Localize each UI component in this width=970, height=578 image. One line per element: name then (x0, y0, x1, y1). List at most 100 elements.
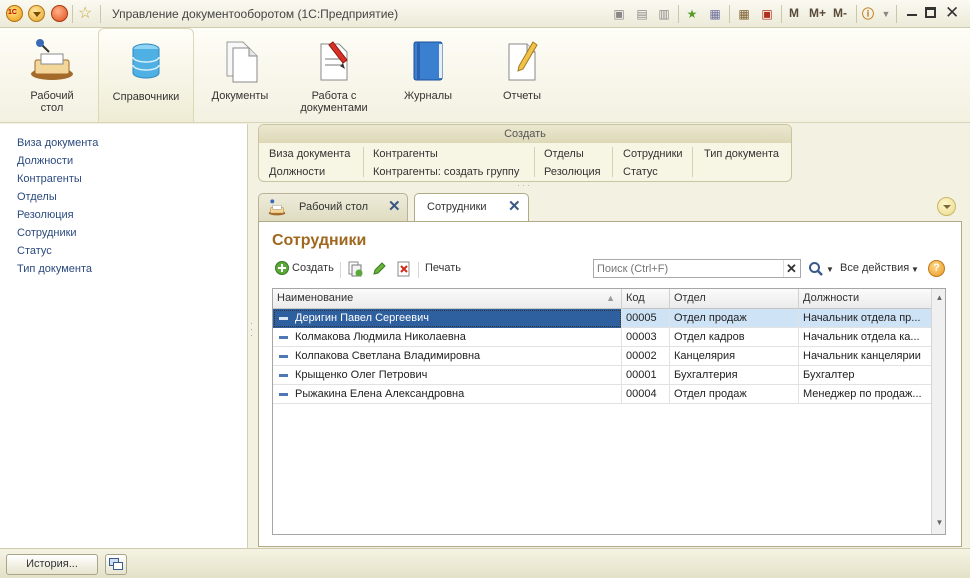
create-link-counterparty[interactable]: Контрагенты (373, 148, 438, 160)
search-icon[interactable] (808, 261, 824, 277)
edit-pencil-icon[interactable] (371, 261, 387, 277)
windows-icon (109, 558, 123, 570)
divider (896, 5, 897, 23)
column-header-code[interactable]: Код (622, 289, 670, 309)
main-menu-button[interactable] (28, 5, 45, 22)
add-icon (275, 261, 289, 275)
scroll-up-icon[interactable]: ▲ (934, 293, 945, 305)
section-desktop[interactable]: Рабочий стол (8, 28, 96, 122)
navigation-panel: Виза документа Должности Контрагенты Отд… (0, 124, 248, 548)
create-link-status[interactable]: Статус (623, 166, 658, 178)
desktop-icon (268, 199, 286, 216)
search-input[interactable] (594, 260, 780, 277)
nav-item-positions[interactable]: Должности (17, 155, 73, 167)
calendar-icon[interactable]: ▣ (759, 6, 775, 22)
memory-button[interactable]: M (789, 6, 799, 20)
print-icon[interactable]: ▤ (634, 6, 650, 22)
nav-item-employees[interactable]: Сотрудники (17, 227, 77, 239)
windows-list-button[interactable] (105, 554, 127, 575)
calculator-icon[interactable]: ▦ (736, 6, 752, 22)
favorites-star-icon[interactable]: ☆ (78, 3, 92, 23)
help-icon[interactable]: ? (928, 260, 945, 277)
all-actions-button[interactable]: Все действия (840, 262, 909, 274)
preview-icon[interactable]: ▥ (656, 6, 672, 22)
maximize-button[interactable] (925, 7, 936, 18)
section-reports[interactable]: Отчеты (478, 28, 566, 122)
section-journals[interactable]: Журналы (384, 28, 472, 122)
create-button[interactable]: Создать (292, 262, 334, 274)
title-bar: 1С ☆ Управление документооборотом (1С:Пр… (0, 0, 970, 28)
bookmark-icon[interactable]: ▦ (707, 6, 723, 22)
create-link-position[interactable]: Должности (269, 166, 325, 178)
divider (72, 5, 73, 23)
column-header-name[interactable]: Наименование ▲ (273, 289, 622, 309)
column-header-department[interactable]: Отдел (670, 289, 799, 309)
tab-employees[interactable]: Сотрудники ✕ (414, 193, 529, 223)
close-window-button[interactable]: ✕ (945, 3, 959, 23)
app-logo-icon[interactable]: 1С (6, 5, 23, 22)
search-field[interactable]: ✕ (593, 259, 801, 278)
report-pencil-icon (508, 41, 538, 81)
memory-minus-button[interactable]: M- (833, 6, 847, 20)
stop-icon[interactable] (51, 5, 68, 22)
create-link-department[interactable]: Отделы (544, 148, 584, 160)
documents-icon (226, 41, 258, 83)
employees-form: Сотрудники Создать Печать ✕ ▼ Все действ… (258, 221, 962, 547)
nav-item-resolution[interactable]: Резолюция (17, 209, 74, 221)
nav-item-status[interactable]: Статус (17, 245, 52, 257)
print-button[interactable]: Печать (425, 262, 461, 274)
sort-icon: ▲ (606, 293, 615, 303)
divider (100, 5, 101, 23)
chevron-down-icon[interactable]: ▼ (826, 265, 834, 274)
chevron-down-icon[interactable]: ▼ (878, 6, 894, 22)
create-link-resolution[interactable]: Резолюция (544, 166, 601, 178)
column-header-position[interactable]: Должности (799, 289, 931, 309)
create-link-visa[interactable]: Виза документа (269, 148, 350, 160)
add-favorite-icon[interactable]: ★ (684, 6, 700, 22)
divider (781, 5, 782, 23)
section-document-work[interactable]: Работа с документами (288, 28, 380, 122)
table-row[interactable]: Деригин Павел Сергеевич 00005 Отдел прод… (273, 309, 931, 328)
memory-plus-button[interactable]: M+ (809, 6, 826, 20)
table-row[interactable]: Рыжакина Елена Александровна 00004 Отдел… (273, 385, 931, 404)
database-icon (132, 43, 160, 79)
table-row[interactable]: Крыщенко Олег Петрович 00001 Бухгалтерия… (273, 366, 931, 385)
section-catalogs[interactable]: Справочники (98, 28, 194, 122)
tab-desktop[interactable]: Рабочий стол ✕ (258, 193, 408, 222)
nav-item-counterparties[interactable]: Контрагенты (17, 173, 82, 185)
create-link-document-type[interactable]: Тип документа (704, 148, 779, 160)
divider (534, 147, 535, 177)
table-row[interactable]: Колмакова Людмила Николаевна 00003 Отдел… (273, 328, 931, 347)
divider (692, 147, 693, 177)
copy-icon[interactable] (347, 261, 363, 277)
section-documents[interactable]: Документы (196, 28, 284, 122)
save-icon[interactable]: ▣ (611, 6, 627, 22)
table-row[interactable]: Колпакова Светлана Владимировна 00002 Ка… (273, 347, 931, 366)
nav-item-document-type[interactable]: Тип документа (17, 263, 92, 275)
resize-handle[interactable]: ··· (517, 180, 532, 190)
close-tab-icon[interactable]: ✕ (508, 197, 521, 215)
nav-item-departments[interactable]: Отделы (17, 191, 57, 203)
scroll-down-icon[interactable]: ▼ (934, 518, 945, 530)
create-panel: Создать Виза документа Должности Контраг… (258, 124, 792, 182)
tab-bar: Рабочий стол ✕ Сотрудники ✕ (258, 190, 962, 223)
chevron-down-icon[interactable]: ▼ (911, 265, 919, 274)
close-tab-icon[interactable]: ✕ (388, 197, 401, 215)
divider (363, 147, 364, 177)
minimize-button[interactable] (906, 6, 918, 20)
create-link-counterparty-group[interactable]: Контрагенты: создать группу (373, 166, 519, 178)
item-icon (279, 392, 288, 396)
splitter-handle[interactable]: · · · (250, 319, 253, 340)
clear-search-icon[interactable]: ✕ (783, 260, 799, 277)
delete-mark-icon[interactable] (396, 261, 412, 277)
table-header: Наименование ▲ Код Отдел Должности (273, 289, 931, 309)
nav-item-visa[interactable]: Виза документа (17, 137, 98, 149)
history-button[interactable]: История... (6, 554, 98, 575)
tabs-menu-button[interactable] (937, 197, 956, 216)
create-link-employee[interactable]: Сотрудники (623, 148, 683, 160)
employees-table: Наименование ▲ Код Отдел Должности Дериг… (272, 288, 946, 535)
divider (729, 5, 730, 23)
divider (418, 262, 419, 278)
info-icon[interactable]: ⓘ (860, 6, 876, 22)
vertical-scrollbar[interactable]: ▲ ▼ (931, 289, 945, 534)
